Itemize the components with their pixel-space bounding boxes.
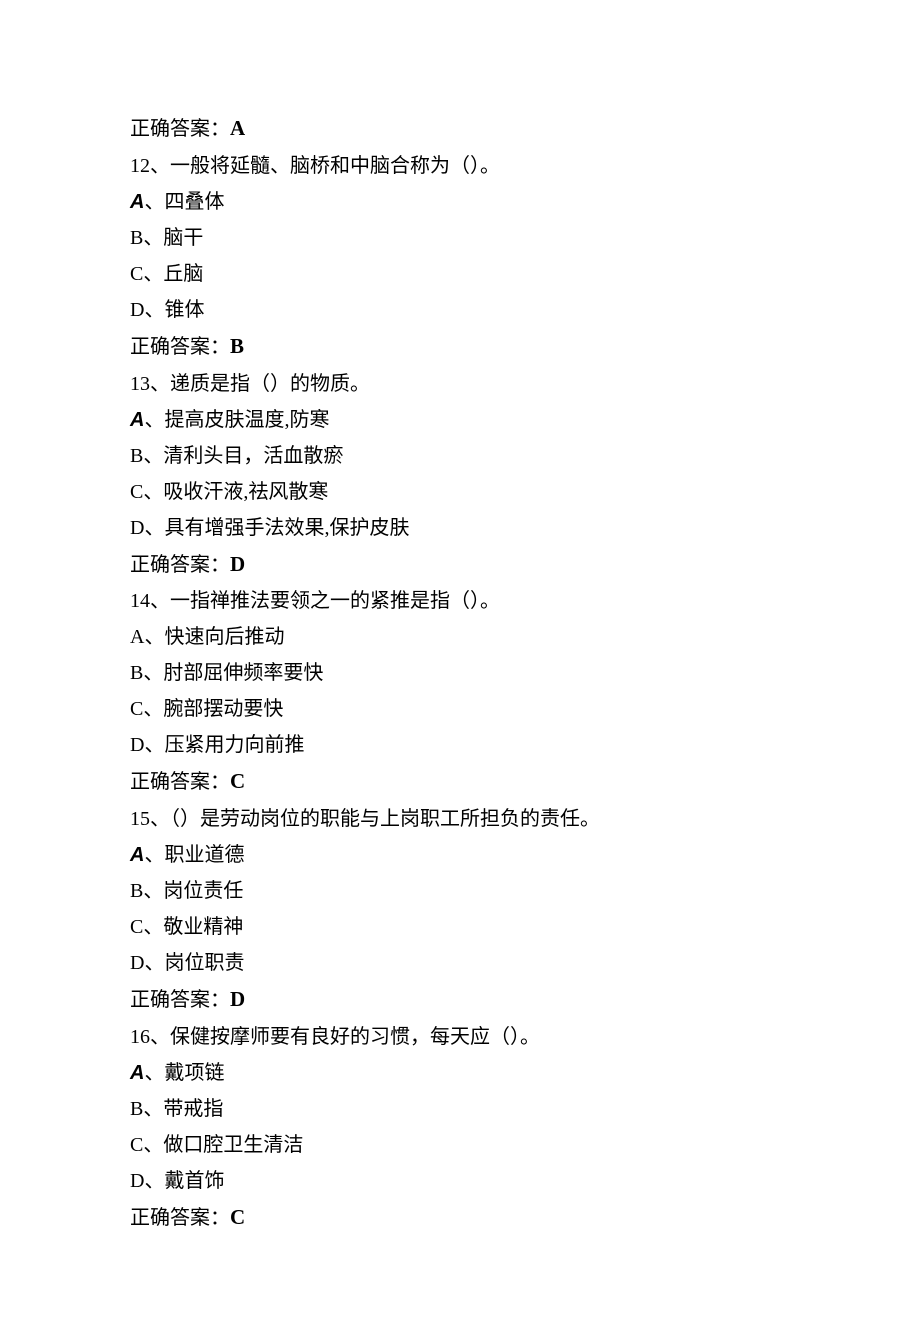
- question-stem: 14、一指禅推法要领之一的紧推是指（）。: [130, 583, 790, 619]
- option-b: B、肘部屈伸频率要快: [130, 655, 790, 691]
- answer-value: A: [230, 116, 245, 140]
- option-b: B、脑干: [130, 220, 790, 256]
- option-text: 、四叠体: [144, 191, 224, 213]
- option-c: C、敬业精神: [130, 909, 790, 945]
- option-a: A、提高皮肤温度,防寒: [130, 402, 790, 438]
- option-d: D、戴首饰: [130, 1163, 790, 1199]
- document-page: 正确答案：A 12、一般将延髓、脑桥和中脑合称为（）。 A、四叠体 B、脑干 C…: [0, 0, 920, 1317]
- answer-line: 正确答案：D: [130, 546, 790, 584]
- answer-label: 正确答案：: [130, 1207, 230, 1229]
- answer-value: B: [230, 334, 244, 358]
- option-d: D、具有增强手法效果,保护皮肤: [130, 510, 790, 546]
- answer-line: 正确答案：B: [130, 328, 790, 366]
- answer-value: D: [230, 987, 245, 1011]
- option-d: D、锥体: [130, 292, 790, 328]
- option-a: A、四叠体: [130, 184, 790, 220]
- answer-label: 正确答案：: [130, 771, 230, 793]
- answer-value: D: [230, 552, 245, 576]
- option-letter: A: [130, 191, 144, 213]
- option-d: D、岗位职责: [130, 945, 790, 981]
- answer-line: 正确答案：D: [130, 981, 790, 1019]
- answer-label: 正确答案：: [130, 118, 230, 140]
- option-b: B、带戒指: [130, 1091, 790, 1127]
- option-a: A、职业道德: [130, 837, 790, 873]
- option-c: C、丘脑: [130, 256, 790, 292]
- option-text: 、戴项链: [144, 1062, 224, 1084]
- option-b: B、清利头目，活血散瘀: [130, 438, 790, 474]
- question-stem: 12、一般将延髓、脑桥和中脑合称为（）。: [130, 148, 790, 184]
- answer-value: C: [230, 769, 245, 793]
- option-b: B、岗位责任: [130, 873, 790, 909]
- answer-line: 正确答案：C: [130, 763, 790, 801]
- option-letter: A: [130, 409, 144, 431]
- option-a: A、快速向后推动: [130, 619, 790, 655]
- option-letter: A: [130, 1062, 144, 1084]
- option-text: 、职业道德: [144, 844, 244, 866]
- answer-label: 正确答案：: [130, 989, 230, 1011]
- option-c: C、腕部摆动要快: [130, 691, 790, 727]
- option-d: D、压紧用力向前推: [130, 727, 790, 763]
- answer-line: 正确答案：A: [130, 110, 790, 148]
- question-stem: 13、递质是指（）的物质。: [130, 366, 790, 402]
- option-c: C、吸收汗液,祛风散寒: [130, 474, 790, 510]
- answer-label: 正确答案：: [130, 336, 230, 358]
- answer-value: C: [230, 1205, 245, 1229]
- question-stem: 15、（）是劳动岗位的职能与上岗职工所担负的责任。: [130, 801, 790, 837]
- option-a: A、戴项链: [130, 1055, 790, 1091]
- answer-line: 正确答案：C: [130, 1199, 790, 1237]
- option-c: C、做口腔卫生清洁: [130, 1127, 790, 1163]
- question-stem: 16、保健按摩师要有良好的习惯，每天应（）。: [130, 1019, 790, 1055]
- answer-label: 正确答案：: [130, 554, 230, 576]
- option-text: 、提高皮肤温度,防寒: [144, 409, 329, 431]
- option-letter: A: [130, 844, 144, 866]
